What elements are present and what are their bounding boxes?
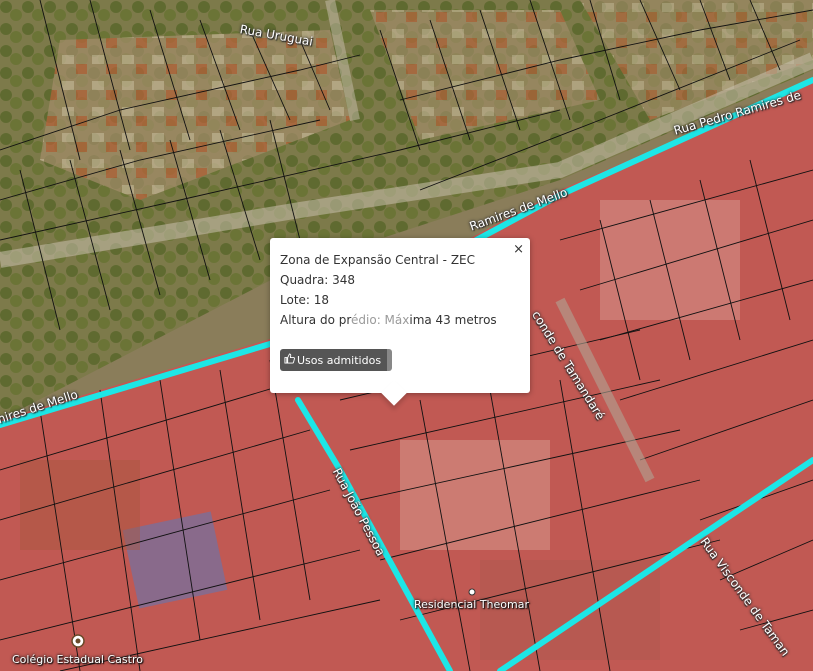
usos-admitidos-label: Usos admitidos: [297, 353, 382, 367]
poi-label-residencial-theomar[interactable]: Residencial Theomar: [414, 598, 529, 611]
quadra-value: Quadra: 348: [280, 273, 356, 287]
altura-suffix: ima 43 metros: [409, 313, 497, 327]
altura-prefix: Altura do pr: [280, 313, 352, 327]
altura-predio: Altura do prédio: Máxima 43 metros: [280, 310, 520, 330]
zone-name: Zona de Expansão Central - ZEC: [280, 253, 476, 267]
parcel-info-popup: × Zona de Expansão Central - ZEC Quadra:…: [270, 238, 530, 406]
lote-value: Lote: 18: [280, 293, 330, 307]
usos-admitidos-button[interactable]: Usos admitidos: [280, 349, 393, 371]
thumbs-up-icon: [284, 353, 295, 367]
poi-label-colegio-estadual-castro[interactable]: Colégio Estadual Castro: [12, 653, 143, 666]
altura-muted: édio: Máx: [351, 313, 410, 327]
